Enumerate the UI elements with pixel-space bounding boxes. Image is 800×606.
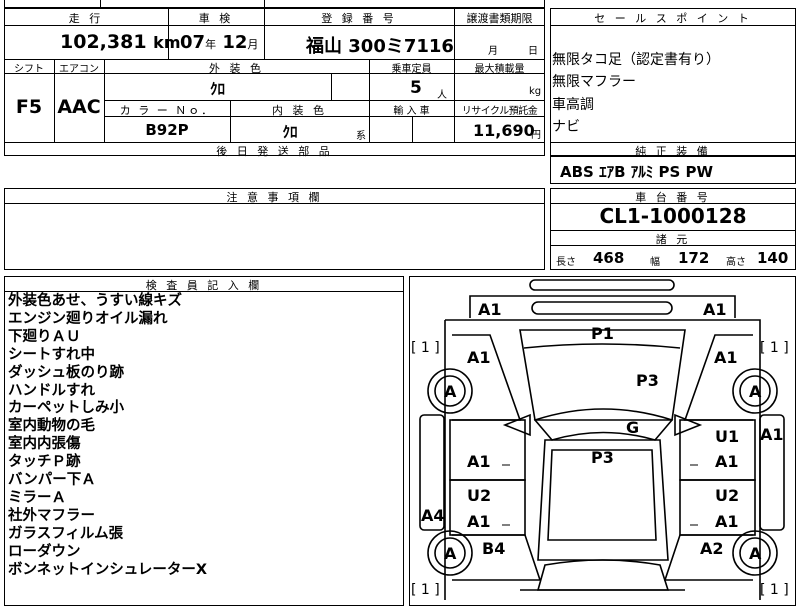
bracket-left-bottom: [ 1 ] (411, 582, 440, 598)
windshield (533, 408, 674, 441)
mark-left-front-wheel: A (444, 382, 457, 401)
mark-roof: P3 (591, 448, 614, 467)
mark-glass-center: G (626, 418, 640, 437)
right-mirror (674, 413, 703, 437)
mark-right-front-door-2: A1 (715, 452, 739, 471)
hood-line (523, 343, 681, 349)
door-handle-mark (502, 464, 698, 526)
front-bumper-top (529, 279, 675, 291)
mark-left-rear-quarter: B4 (482, 539, 506, 558)
bracket-right-top: [ 1 ] (760, 340, 789, 356)
mark-hood: P1 (591, 324, 614, 343)
bracket-left-top: [ 1 ] (411, 340, 440, 356)
mark-front-right-corner: A1 (703, 300, 727, 319)
mark-left-rear-door-1: U2 (467, 486, 492, 505)
mark-right-front-door-1: U1 (715, 427, 740, 446)
car-diagram (419, 279, 785, 600)
bracket-right-bottom: [ 1 ] (760, 582, 789, 598)
mark-left-rear-wheel: A (444, 544, 457, 563)
left-mirror (502, 413, 531, 437)
mark-windshield: P3 (636, 371, 659, 390)
rear-window (536, 559, 670, 591)
mark-left-rocker: A4 (421, 506, 445, 525)
mark-right-panel: A1 (760, 425, 784, 444)
mark-front-left-corner: A1 (478, 300, 502, 319)
mark-right-rear-door-1: U2 (715, 486, 740, 505)
mark-left-front-door: A1 (467, 452, 491, 471)
mark-right-rear-quarter: A2 (700, 539, 724, 558)
mark-right-front-fender: A1 (714, 348, 738, 367)
mark-left-front-fender: A1 (467, 348, 491, 367)
mark-right-rear-door-2: A1 (715, 512, 739, 531)
mark-left-rear-door-2: A1 (467, 512, 491, 531)
mark-right-rear-wheel: A (749, 544, 762, 563)
front-grille (531, 301, 673, 315)
mark-right-front-wheel: A (749, 382, 762, 401)
